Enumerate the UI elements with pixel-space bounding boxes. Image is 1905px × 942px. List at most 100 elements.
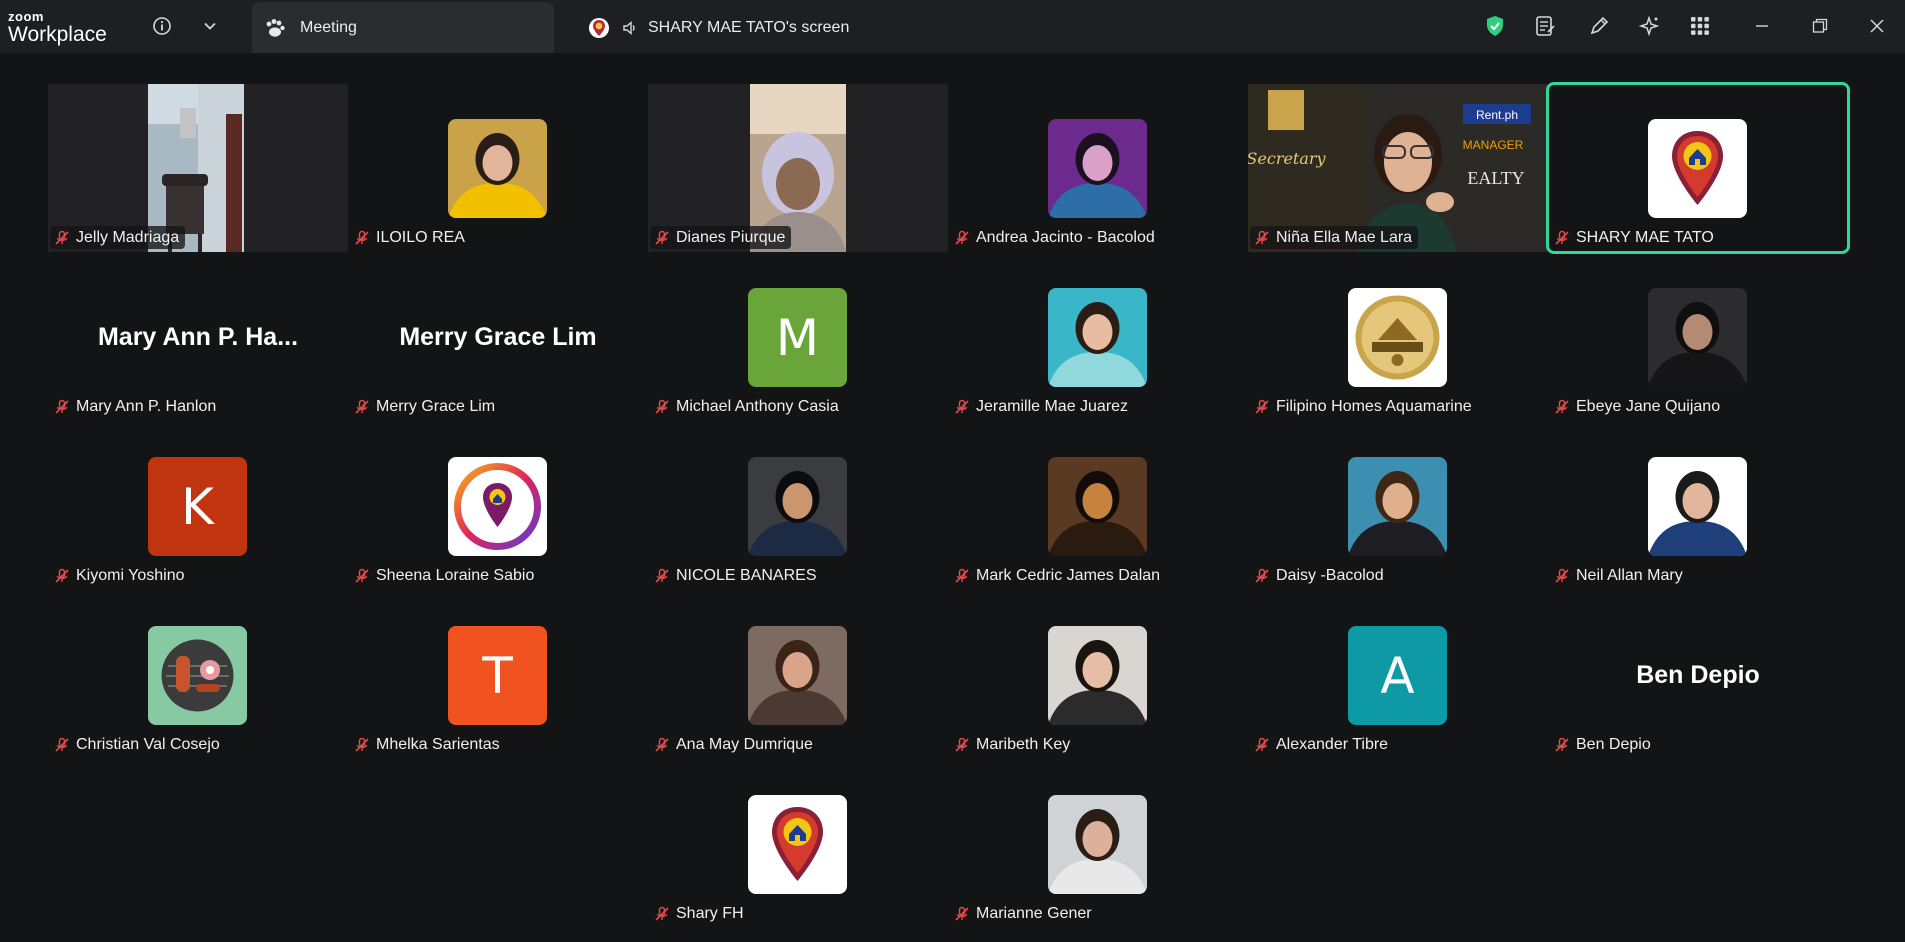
participant-tile-jelly-madriaga[interactable]: Jelly Madriaga [48,84,348,252]
participant-name: Filipino Homes Aquamarine [1276,397,1472,415]
mic-muted-icon [354,737,370,753]
participant-name: Kiyomi Yoshino [76,566,185,584]
participant-tile-andrea-jacinto-bacolod[interactable]: Andrea Jacinto - Bacolod [948,84,1248,252]
avatar-letter: T [482,646,513,705]
participant-tile-nicole-banares[interactable]: NICOLE BANARES [648,422,948,590]
name-tag: Niña Ella Mae Lara [1250,226,1419,249]
tab-shared-screen[interactable]: SHARY MAE TATO's screen [588,2,849,53]
mic-muted-icon [1254,230,1270,246]
participant-tile-mhelka-sarientas[interactable]: T Mhelka Sarientas [348,591,648,759]
participant-name: Mhelka Sarientas [376,735,500,753]
name-tag: Mark Cedric James Dalan [950,564,1167,587]
participant-tile-mark-cedric-james-dalan[interactable]: Mark Cedric James Dalan [948,422,1248,590]
participant-tile-dianes-piurque[interactable]: Dianes Piurque [648,84,948,252]
participant-tile-mary-ann-p-hanlon[interactable]: Mary Ann P. Ha... Mary Ann P. Hanlon [48,253,348,421]
participant-tile-ebeye-jane-quijano[interactable]: Ebeye Jane Quijano [1548,253,1848,421]
info-icon[interactable] [147,11,177,41]
name-tag: Sheena Loraine Sabio [350,564,541,587]
close-icon[interactable] [1863,12,1891,40]
mic-muted-icon [954,906,970,922]
participant-name: Neil Allan Mary [1576,566,1683,584]
participant-tile-sheena-loraine-sabio[interactable]: Sheena Loraine Sabio [348,422,648,590]
participant-tile-ben-depio[interactable]: Ben Depio Ben Depio [1548,591,1848,759]
mic-muted-icon [1554,230,1570,246]
display-name: Merry Grace Lim [399,323,597,351]
mic-muted-icon [1554,737,1570,753]
svg-text:EALTY: EALTY [1467,168,1524,188]
avatar [1048,457,1147,556]
participant-tile-christian-val-cosejo[interactable]: Christian Val Cosejo [48,591,348,759]
restore-icon[interactable] [1806,12,1834,40]
participant-tile-ni-a-ella-mae-lara[interactable]: Secretary Rent.ph MANAGER EALTY Niña Ella Ma… [1248,84,1548,252]
name-tag: Christian Val Cosejo [50,733,226,756]
participant-tile-daisy-bacolod[interactable]: Daisy -Bacolod [1248,422,1548,590]
participant-name: Ana May Dumrique [676,735,813,753]
location-pin-icon [588,16,610,40]
participant-gallery: Jelly Madriaga ILOILO REA Dianes Piurque An… [48,82,1850,932]
avatar [148,626,247,725]
participant-tile-alexander-tibre[interactable]: A Alexander Tibre [1248,591,1548,759]
participant-name: Ebeye Jane Quijano [1576,397,1721,415]
chevron-down-icon[interactable] [195,11,225,41]
mic-muted-icon [54,399,70,415]
participant-tile-iloilo-rea[interactable]: ILOILO REA [348,84,648,252]
participant-tile-kiyomi-yoshino[interactable]: K Kiyomi Yoshino [48,422,348,590]
shield-icon[interactable] [1480,11,1510,41]
avatar [1048,119,1147,218]
speaker-icon[interactable] [622,20,638,36]
participant-tile-jeramille-mae-juarez[interactable]: Jeramille Mae Juarez [948,253,1248,421]
participant-tile-marianne-gener[interactable]: Marianne Gener [948,760,1248,928]
participant-tile-shary-mae-tato[interactable]: SHARY MAE TATO [1546,82,1850,254]
name-tag: NICOLE BANARES [650,564,823,587]
participant-name: Alexander Tibre [1276,735,1389,753]
notes-icon[interactable] [1530,11,1560,41]
avatar [1048,288,1147,387]
mic-muted-icon [654,399,670,415]
name-tag: Jelly Madriaga [50,226,186,249]
name-tag: Maribeth Key [950,733,1077,756]
avatar [748,626,847,725]
name-tag: Marianne Gener [950,902,1098,925]
participant-tile-shary-fh[interactable]: Shary FH [648,760,948,928]
participant-name: Mark Cedric James Dalan [976,566,1161,584]
participant-tile-filipino-homes-aquamarine[interactable]: Filipino Homes Aquamarine [1248,253,1548,421]
participant-tile-maribeth-key[interactable]: Maribeth Key [948,591,1248,759]
avatar-letter: A [1380,646,1415,705]
participant-tile-neil-allan-mary[interactable]: Neil Allan Mary [1548,422,1848,590]
mic-muted-icon [954,230,970,246]
participant-tile-ana-may-dumrique[interactable]: Ana May Dumrique [648,591,948,759]
title-bar: zoom Workplace Meeting SHARY MAE TATO's … [0,0,1905,53]
participant-name: Andrea Jacinto - Bacolod [976,228,1155,246]
mic-muted-icon [1254,399,1270,415]
apps-grid-icon[interactable] [1685,11,1715,41]
name-tag: Filipino Homes Aquamarine [1250,395,1478,418]
name-tag: Andrea Jacinto - Bacolod [950,226,1161,249]
tab-meeting[interactable]: Meeting [252,2,554,53]
name-tag: Jeramille Mae Juarez [950,395,1135,418]
name-tag: Ana May Dumrique [650,733,819,756]
minimize-icon[interactable] [1748,12,1776,40]
avatar [448,457,547,556]
participant-name: Shary FH [676,904,744,922]
svg-text:Rent.ph: Rent.ph [1476,108,1518,122]
zoom-logo: zoom Workplace [8,10,107,45]
name-tag: Shary FH [650,902,750,925]
mic-muted-icon [54,230,70,246]
name-tag: ILOILO REA [350,226,471,249]
name-tag: Merry Grace Lim [350,395,502,418]
participant-name: ILOILO REA [376,228,465,246]
mic-muted-icon [54,737,70,753]
avatar: A [1348,626,1447,725]
svg-text:Secretary: Secretary [1248,149,1327,168]
participant-tile-merry-grace-lim[interactable]: Merry Grace Lim Merry Grace Lim [348,253,648,421]
mic-muted-icon [654,737,670,753]
name-tag: Alexander Tibre [1250,733,1395,756]
avatar [1348,457,1447,556]
avatar: T [448,626,547,725]
participant-name: Jeramille Mae Juarez [976,397,1129,415]
annotate-icon[interactable] [1584,11,1614,41]
tab-meeting-label: Meeting [300,18,357,36]
ai-sparkle-icon[interactable] [1634,11,1664,41]
participant-tile-michael-anthony-casia[interactable]: M Michael Anthony Casia [648,253,948,421]
name-tag: SHARY MAE TATO [1550,226,1720,249]
